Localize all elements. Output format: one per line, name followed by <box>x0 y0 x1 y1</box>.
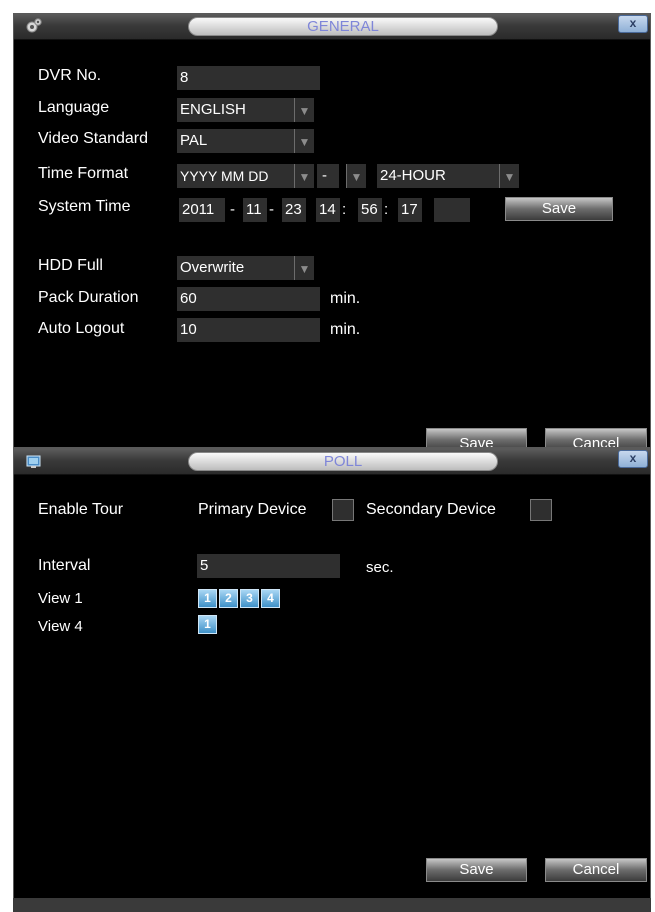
minute-field[interactable]: 56 <box>358 198 382 222</box>
secondary-device-checkbox[interactable] <box>530 499 552 521</box>
enable-tour-label: Enable Tour <box>38 501 124 518</box>
video-standard-label: Video Standard <box>38 130 149 147</box>
hdd-full-select[interactable]: Overwrite <box>177 256 294 280</box>
gear-icon <box>26 18 42 33</box>
view4-channel-1-button[interactable]: 1 <box>198 615 217 634</box>
auto-logout-label: Auto Logout <box>38 320 125 337</box>
chevron-down-icon[interactable]: ▼ <box>346 164 366 188</box>
save-button[interactable]: Save <box>426 858 527 882</box>
time-extra-field[interactable] <box>434 198 470 222</box>
year-field[interactable]: 2011 <box>179 198 225 222</box>
primary-device-checkbox[interactable] <box>332 499 354 521</box>
interval-field[interactable]: 5 <box>197 554 340 578</box>
chevron-down-icon[interactable]: ▼ <box>294 98 314 122</box>
time-separator: : <box>342 201 347 218</box>
hdd-full-label: HDD Full <box>38 257 103 274</box>
cancel-button[interactable]: Cancel <box>545 858 647 882</box>
view1-channel-4-button[interactable]: 4 <box>261 589 280 608</box>
close-button[interactable]: x <box>618 450 648 468</box>
language-select[interactable]: ENGLISH <box>177 98 294 122</box>
date-separator: - <box>269 201 274 218</box>
chevron-down-icon[interactable]: ▼ <box>294 129 314 153</box>
chevron-down-icon[interactable]: ▼ <box>499 164 519 188</box>
cancel-button[interactable]: Cancel <box>545 428 647 447</box>
bottom-bar <box>13 898 651 912</box>
month-field[interactable]: 11 <box>243 198 267 222</box>
view4-label: View 4 <box>38 618 83 635</box>
day-field[interactable]: 23 <box>282 198 306 222</box>
chevron-down-icon[interactable]: ▼ <box>294 164 314 188</box>
chevron-down-icon[interactable]: ▼ <box>294 256 314 280</box>
view1-channel-1-button[interactable]: 1 <box>198 589 217 608</box>
poll-titlebar[interactable]: POLL x <box>14 449 650 475</box>
close-button[interactable]: x <box>618 15 648 33</box>
window-title: GENERAL <box>188 17 498 36</box>
view1-channel-2-button[interactable]: 2 <box>219 589 238 608</box>
date-separator: - <box>230 201 235 218</box>
date-format-select[interactable]: YYYY MM DD <box>177 164 294 188</box>
general-titlebar[interactable]: GENERAL x <box>14 14 650 40</box>
interval-unit: sec. <box>366 559 394 576</box>
time-format-label: Time Format <box>38 165 129 182</box>
pack-duration-unit: min. <box>330 290 361 307</box>
video-standard-select[interactable]: PAL <box>177 129 294 153</box>
dvr-no-field[interactable]: 8 <box>177 66 320 90</box>
view1-label: View 1 <box>38 590 83 607</box>
auto-logout-unit: min. <box>330 321 361 338</box>
hour-field[interactable]: 14 <box>316 198 340 222</box>
dvr-no-label: DVR No. <box>38 67 102 84</box>
second-field[interactable]: 17 <box>398 198 422 222</box>
pack-duration-field[interactable]: 60 <box>177 287 320 311</box>
general-window: GENERAL x DVR No. 8 Language ENGLISH ▼ V… <box>13 13 651 448</box>
poll-icon <box>26 455 41 468</box>
poll-window: POLL x Enable Tour Primary Device Second… <box>13 448 651 900</box>
window-title: POLL <box>188 452 498 471</box>
secondary-device-label: Secondary Device <box>366 501 496 518</box>
time-separator: : <box>384 201 389 218</box>
date-separator-select[interactable]: - <box>317 164 339 188</box>
save-button[interactable]: Save <box>426 428 527 447</box>
interval-label: Interval <box>38 557 91 574</box>
pack-duration-label: Pack Duration <box>38 289 139 306</box>
hour-format-select[interactable]: 24-HOUR <box>377 164 499 188</box>
auto-logout-field[interactable]: 10 <box>177 318 320 342</box>
view1-channel-3-button[interactable]: 3 <box>240 589 259 608</box>
primary-device-label: Primary Device <box>198 501 307 518</box>
save-time-button[interactable]: Save <box>505 197 613 221</box>
system-time-label: System Time <box>38 198 131 215</box>
language-label: Language <box>38 99 110 116</box>
